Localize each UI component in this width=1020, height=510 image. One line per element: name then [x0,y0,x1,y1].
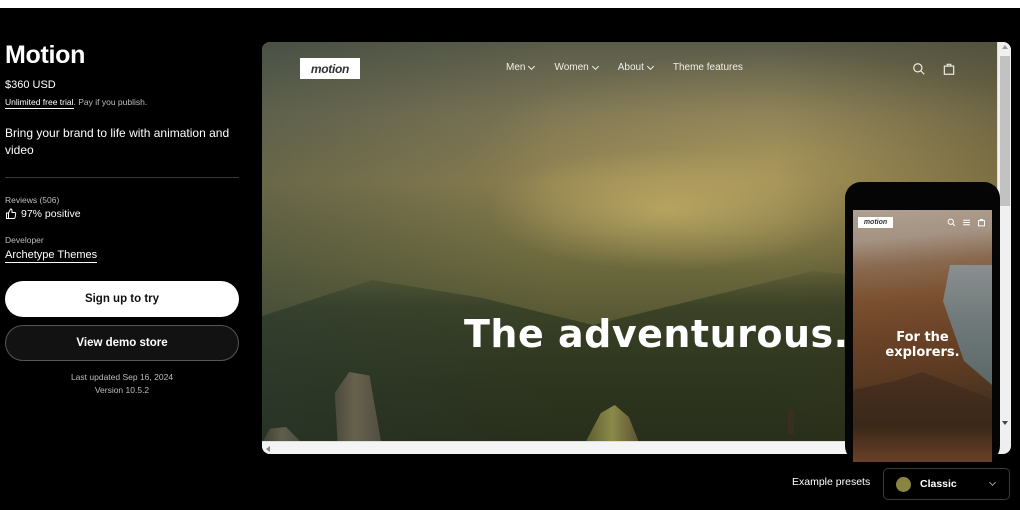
view-demo-button[interactable]: View demo store [5,325,239,361]
mobile-header: motion [853,210,992,236]
developer-label: Developer [5,235,44,245]
last-updated: Last updated Sep 16, 2024 [70,372,174,382]
trees [853,372,992,462]
nav-men[interactable]: Men [506,62,536,73]
chevron-down-icon [528,62,536,70]
nav-label: Theme features [672,62,743,73]
mobile-headline: For the explorers. [853,330,992,360]
preset-color-swatch [896,476,911,492]
rock [334,372,382,442]
thumbs-up-icon [6,208,17,219]
scroll-down-arrow[interactable] [1002,421,1008,425]
nav-label: About [617,62,644,73]
trial-note: . Pay if you publish. [73,97,148,107]
top-bar [0,0,1020,8]
scroll-up-arrow[interactable] [1002,45,1008,49]
chevron-down-icon [988,478,997,487]
mobile-logo[interactable]: motion [858,217,893,228]
version-info: Last updated Sep 16, 2024 Version 10.5.2 [5,371,239,397]
presets-dropdown[interactable]: Classic [883,468,1010,500]
divider [5,177,239,178]
store-nav: Men Women About Theme features [506,62,743,73]
scroll-thumb[interactable] [1000,56,1010,206]
store-icons [912,62,956,76]
sign-up-button[interactable]: Sign up to try [5,281,239,317]
chevron-down-icon [646,62,654,70]
mobile-icons [947,218,986,227]
scroll-left-arrow[interactable] [266,446,270,452]
preset-selected: Classic [920,478,957,490]
hiker [788,410,794,434]
reviews-summary: 97% positive [5,208,239,220]
theme-info-panel: Motion $360 USD Unlimited free trial. Pa… [5,40,239,397]
rock [584,405,640,445]
nav-label: Men [506,62,526,73]
trial-info: Unlimited free trial. Pay if you publish… [5,97,239,109]
mobile-headline-line: For the [896,330,949,345]
bag-icon[interactable] [977,218,986,227]
sea [943,265,992,385]
store-logo[interactable]: motion [300,58,360,79]
mobile-screen: motion For the explorers. [853,210,992,462]
search-icon[interactable] [912,62,926,76]
nav-theme-features[interactable]: Theme features [673,62,743,73]
store-header: motion Men Women About Theme features [262,42,997,98]
bag-icon[interactable] [942,62,956,76]
chevron-down-icon [591,62,599,70]
presets-label: Example presets [792,476,871,488]
theme-title: Motion [5,41,86,69]
mobile-headline-line: explorers. [885,345,960,360]
nav-women[interactable]: Women [554,62,599,73]
hero-headline: The adventurous. [464,312,849,356]
theme-tagline: Bring your brand to life with animation … [5,126,230,157]
trial-link[interactable]: Unlimited free trial [5,97,74,109]
menu-icon[interactable] [962,218,971,227]
nav-label: Women [554,62,589,73]
theme-price: $360 USD [5,79,56,91]
search-icon[interactable] [947,218,956,227]
developer-link[interactable]: Archetype Themes [5,249,98,263]
nav-about[interactable]: About [617,62,654,73]
reviews-label[interactable]: Reviews (506) [5,195,239,205]
version: Version 10.5.2 [94,385,150,395]
mobile-preview: motion For the explorers. [845,182,1000,462]
reviews-positive: 97% positive [21,208,81,220]
